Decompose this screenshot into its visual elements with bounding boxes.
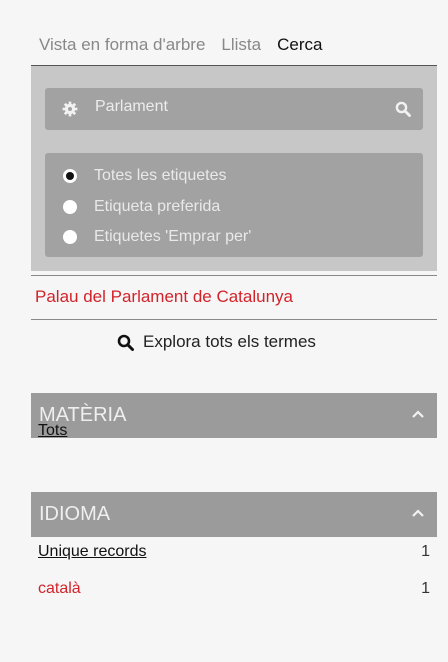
facet-item-unique-records[interactable]: Unique records: [38, 543, 147, 561]
radio-button[interactable]: [63, 169, 77, 183]
facet-title: IDIOMA: [39, 503, 111, 525]
search-input[interactable]: Parlament: [45, 88, 423, 130]
tab-list[interactable]: Llista: [221, 35, 261, 55]
facet-item-count: 1: [421, 580, 430, 597]
chevron-up-icon[interactable]: [411, 408, 425, 420]
facet-item-all[interactable]: Tots: [38, 422, 67, 440]
radio-label: Etiqueta preferida: [94, 198, 221, 215]
explore-label[interactable]: Explora tots els termes: [143, 332, 316, 352]
chevron-up-icon[interactable]: [411, 507, 425, 519]
search-result-link[interactable]: Palau del Parlament de Catalunya: [35, 287, 293, 307]
facet-item-count: 1: [421, 543, 430, 560]
search-input-value[interactable]: Parlament: [95, 98, 168, 116]
gear-icon[interactable]: [62, 101, 78, 117]
search-icon[interactable]: [395, 101, 411, 117]
radio-all-labels[interactable]: Totes les etiquetes: [63, 164, 227, 188]
facet-header-subject[interactable]: MATÈRIA: [31, 393, 437, 438]
facet-header-language[interactable]: IDIOMA: [31, 492, 437, 537]
sidebar-panel: Vista en forma d'arbre Llista Cerca Parl…: [31, 0, 437, 662]
radio-button[interactable]: [63, 200, 77, 214]
divider: [31, 319, 437, 320]
label-type-options: Totes les etiquetes Etiqueta preferida E…: [45, 153, 423, 257]
radio-label: Etiquetes 'Emprar per': [94, 228, 252, 245]
divider: [31, 275, 437, 276]
radio-use-for-labels[interactable]: Etiquetes 'Emprar per': [63, 225, 251, 249]
tab-search[interactable]: Cerca: [277, 35, 322, 55]
radio-preferred-label[interactable]: Etiqueta preferida: [63, 195, 220, 219]
radio-button[interactable]: [63, 230, 77, 244]
facet-item-catalan[interactable]: català: [38, 580, 81, 598]
explore-all-terms-link[interactable]: Explora tots els termes: [117, 332, 316, 352]
search-icon: [117, 334, 134, 351]
radio-label: Totes les etiquetes: [94, 167, 227, 184]
tab-bar: Vista en forma d'arbre Llista Cerca: [39, 34, 338, 56]
tab-tree-view[interactable]: Vista en forma d'arbre: [39, 35, 205, 55]
